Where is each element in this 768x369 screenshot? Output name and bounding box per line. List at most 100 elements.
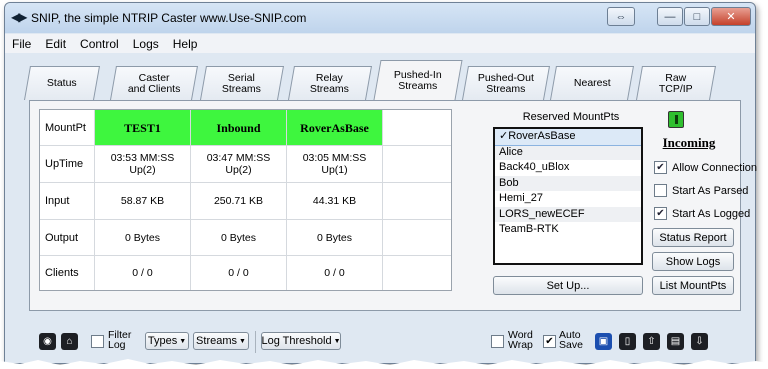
tab-label: Pushed-Out Streams	[477, 71, 534, 95]
reserved-mountpts-list[interactable]: ✓RoverAsBase Alice Back40_uBlox Bob Hemi…	[493, 127, 643, 265]
file-icon[interactable]: ▤	[667, 333, 684, 350]
tab-status[interactable]: Status	[24, 66, 100, 100]
tab-pushed-in-streams[interactable]: Pushed-In Streams	[373, 60, 463, 100]
uptime-cell: 03:53 MM:SS Up(2)	[95, 146, 191, 182]
mountpt-cell[interactable]: RoverAsBase	[287, 110, 383, 145]
types-dropdown[interactable]: Types ▼	[145, 332, 189, 350]
start-as-logged-checkbox[interactable]: ✔ Start As Logged	[654, 207, 750, 220]
input-cell: 44.31 KB	[287, 183, 383, 219]
auto-save-label: Auto Save	[559, 329, 583, 351]
tab-label: Nearest	[573, 77, 611, 89]
list-item[interactable]: Hemi_27	[495, 191, 641, 207]
chevron-down-icon: ▼	[333, 337, 341, 345]
list-item[interactable]: Alice	[495, 144, 641, 160]
filter-log-checkbox[interactable]	[91, 335, 104, 348]
tab-relay-streams[interactable]: Relay Streams	[288, 66, 372, 100]
status-report-button[interactable]: Status Report	[652, 228, 734, 247]
menu-edit[interactable]: Edit	[38, 37, 73, 51]
streams-label: Streams	[196, 335, 238, 347]
chevron-down-icon: ▼	[239, 337, 246, 345]
list-mountpts-button[interactable]: List MountPts	[652, 276, 734, 295]
menu-bar: File Edit Control Logs Help	[5, 34, 755, 53]
start-as-parsed-checkbox[interactable]: Start As Parsed	[654, 184, 748, 197]
list-item[interactable]: Bob	[495, 175, 641, 191]
mountpt-cell[interactable]: Inbound	[191, 110, 287, 145]
tab-caster-and-clients[interactable]: Caster and Clients	[110, 66, 198, 100]
empty-cell	[383, 220, 451, 255]
restore-icon[interactable]: ⇔	[607, 7, 635, 26]
reserved-mountpts-title: Reserved MountPts	[522, 111, 620, 123]
auto-save-checkbox[interactable]: ✔	[543, 335, 556, 348]
word-wrap-checkbox[interactable]	[491, 335, 504, 348]
home-icon[interactable]: ⌂	[61, 333, 78, 350]
clients-cell: 0 / 0	[95, 256, 191, 290]
checkbox-box[interactable]	[654, 184, 667, 197]
check-mark-icon[interactable]: ✔	[654, 207, 667, 220]
empty-cell	[383, 183, 451, 219]
row-header-input: Input	[40, 183, 95, 219]
allow-connection-checkbox[interactable]: ✔ Allow Connection	[654, 161, 757, 174]
menu-control[interactable]: Control	[73, 37, 126, 51]
tab-label: Status	[47, 77, 77, 89]
clients-cell: 0 / 0	[287, 256, 383, 290]
pushed-in-panel: MountPt TEST1 Inbound RoverAsBase UpTime…	[29, 100, 757, 311]
tab-raw-tcp-ip[interactable]: Raw TCP/IP	[636, 66, 716, 100]
mountpt-cell[interactable]: TEST1	[95, 110, 191, 145]
tab-label: Caster and Clients	[127, 71, 181, 95]
table-row: Input 58.87 KB 250.71 KB 44.31 KB	[40, 183, 451, 220]
input-cell: 58.87 KB	[95, 183, 191, 219]
log-threshold-label: Log Threshold	[261, 335, 332, 347]
new-page-icon[interactable]: ▯	[619, 333, 636, 350]
output-cell: 0 Bytes	[191, 220, 287, 255]
record-icon[interactable]: ◉	[39, 333, 56, 350]
menu-help[interactable]: Help	[166, 37, 205, 51]
checkbox-label: Start As Parsed	[672, 184, 749, 197]
menu-file[interactable]: File	[5, 37, 38, 51]
streams-table: MountPt TEST1 Inbound RoverAsBase UpTime…	[39, 109, 452, 291]
download-icon[interactable]: ⇩	[691, 333, 708, 350]
log-threshold-dropdown[interactable]: Log Threshold ▼	[261, 332, 341, 350]
word-wrap-label: Word Wrap	[508, 329, 533, 351]
filter-log-label: Filter Log	[108, 329, 132, 351]
minimize-icon[interactable]: —	[657, 7, 683, 26]
empty-cell	[383, 256, 451, 290]
tab-serial-streams[interactable]: Serial Streams	[200, 66, 284, 100]
tab-nearest[interactable]: Nearest	[550, 66, 634, 100]
tab-label: Raw TCP/IP	[658, 71, 693, 95]
chevron-down-icon: ▼	[179, 337, 187, 345]
tab-pushed-out-streams[interactable]: Pushed-Out Streams	[462, 66, 550, 100]
uptime-cell: 03:05 MM:SS Up(1)	[287, 146, 383, 182]
list-item[interactable]: Back40_uBlox	[495, 160, 641, 176]
status-green-icon	[668, 111, 684, 128]
row-header-output: Output	[40, 220, 95, 255]
double-arrow-icon[interactable]: ◀▶	[11, 10, 28, 24]
row-header-clients: Clients	[40, 256, 95, 290]
clients-cell: 0 / 0	[191, 256, 287, 290]
show-logs-button[interactable]: Show Logs	[652, 252, 734, 271]
tab-label: Serial Streams	[222, 71, 262, 95]
tab-label: Relay Streams	[310, 71, 350, 95]
close-icon[interactable]: ✕	[711, 7, 751, 26]
menu-logs[interactable]: Logs	[126, 37, 166, 51]
upload-icon[interactable]: ⇧	[643, 333, 660, 350]
list-item[interactable]: TeamB-RTK	[495, 222, 641, 238]
maximize-icon[interactable]: □	[684, 7, 710, 26]
table-row: Output 0 Bytes 0 Bytes 0 Bytes	[40, 220, 451, 256]
uptime-cell: 03:47 MM:SS Up(2)	[191, 146, 287, 182]
save-icon[interactable]: ▣	[595, 333, 612, 350]
types-label: Types	[147, 335, 178, 347]
torn-edge	[0, 359, 768, 369]
check-mark-icon[interactable]: ✔	[654, 161, 667, 174]
list-item[interactable]: ✓RoverAsBase	[495, 129, 641, 146]
list-item[interactable]: LORS_newECEF	[495, 206, 641, 222]
snip-window: ◀▶ SNIP, the simple NTRIP Caster www.Use…	[4, 2, 757, 364]
empty-cell	[383, 110, 451, 145]
tab-strip: Status Caster and Clients Serial Streams…	[5, 54, 755, 100]
table-row: MountPt TEST1 Inbound RoverAsBase	[40, 110, 451, 146]
checkbox-label: Allow Connection	[672, 161, 757, 174]
set-up-button[interactable]: Set Up...	[493, 276, 643, 295]
empty-cell	[383, 146, 451, 182]
incoming-title: Incoming	[662, 135, 716, 150]
toolbar-divider	[255, 331, 256, 353]
streams-dropdown[interactable]: Streams ▼	[193, 332, 249, 350]
